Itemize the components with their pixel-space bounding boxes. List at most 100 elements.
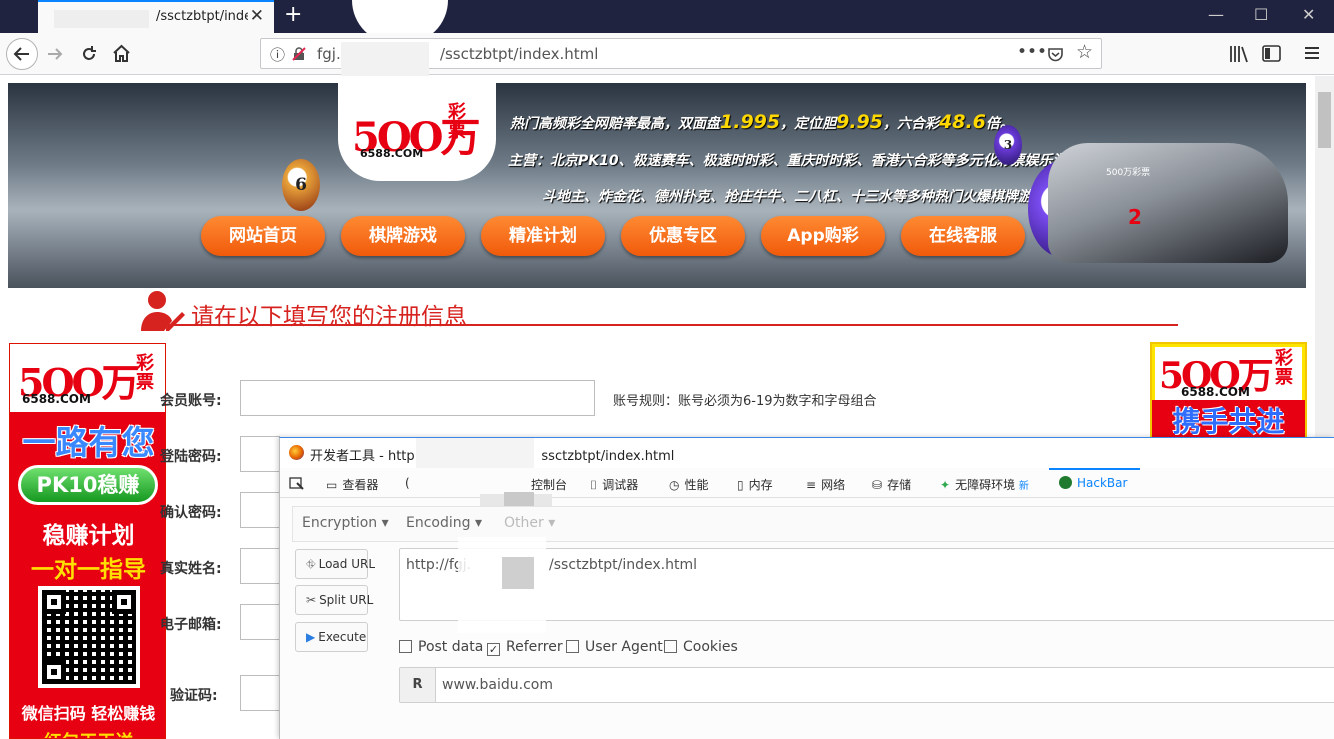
- account-hint: 账号规则：账号必须为6-19为数字和字母组合: [613, 394, 877, 409]
- ad-plan-text: 稳赚计划: [42, 523, 135, 549]
- element-picker-icon[interactable]: [289, 477, 304, 491]
- new-badge: 新: [1018, 481, 1029, 492]
- execute-icon: ▶: [306, 630, 316, 644]
- load-url-icon: ⛗: [306, 557, 316, 571]
- accessibility-icon: ✦: [940, 478, 951, 492]
- tab-cut-off: (: [405, 476, 410, 490]
- nav-precise-plan[interactable]: 精准计划: [481, 216, 605, 256]
- confirm-password-input[interactable]: [240, 492, 280, 528]
- new-tab-button[interactable]: +: [284, 2, 302, 27]
- account-input[interactable]: [240, 380, 595, 416]
- email-input[interactable]: [240, 604, 280, 640]
- tab-redacted-area: [54, 10, 149, 28]
- menu-icon[interactable]: [1304, 46, 1320, 60]
- hackbar-icon: [1059, 476, 1072, 489]
- performance-icon: ◷: [669, 478, 680, 492]
- address-bar[interactable]: ⓘ fgj.a/ssctzbtpt/index.html ••• ☆: [260, 38, 1102, 76]
- referrer-checkbox[interactable]: ✓ Referrer: [487, 639, 563, 656]
- devtools-panel: 开发者工具 - http:/ssctzbtpt/index.html ▭ 查看器 …: [279, 437, 1334, 739]
- pocket-icon[interactable]: [1047, 46, 1064, 63]
- qr-code-image: [38, 586, 140, 688]
- back-arrow-icon: [13, 47, 29, 61]
- network-icon: ≡: [806, 478, 817, 492]
- ad-slogan: 携手共进: [1152, 400, 1305, 437]
- ad-logo: 5OO万 6588.COM 彩票: [1155, 347, 1302, 401]
- nav-promotions[interactable]: 优惠专区: [621, 216, 745, 256]
- url-redacted-area: [341, 42, 429, 76]
- referrer-value: www.baidu.com: [442, 677, 553, 693]
- encoding-dropdown[interactable]: Encoding ▾: [406, 515, 482, 531]
- debugger-icon: ⌷: [590, 478, 598, 492]
- tab-network[interactable]: ≡ 网络: [806, 476, 845, 493]
- password-label: 登陆密码:: [160, 449, 222, 465]
- forward-arrow-icon[interactable]: [46, 45, 64, 63]
- tab-title: /ssctzbtpt/index: [156, 9, 248, 24]
- bookmark-star-icon[interactable]: ☆: [1076, 41, 1093, 63]
- tab-debugger[interactable]: ⌷ 调试器: [590, 476, 638, 493]
- tab-memory[interactable]: ▯ 内存: [737, 476, 773, 493]
- other-dropdown[interactable]: Other ▾: [504, 515, 555, 531]
- nav-card-games[interactable]: 棋牌游戏: [341, 216, 465, 256]
- user-agent-checkbox[interactable]: User Agent: [566, 639, 663, 655]
- logo-caipiao: 彩票: [448, 102, 466, 142]
- ad-pk10-badge: PK10稳赚: [18, 465, 158, 505]
- nav-toolbar: ⓘ fgj.a/ssctzbtpt/index.html ••• ☆: [0, 33, 1334, 76]
- tab-storage[interactable]: ⛁ 存储: [872, 476, 911, 493]
- left-ad-banner[interactable]: 5OO万 6588.COM 彩票 一路有您 PK10稳赚 稳赚计划 一对一指导 …: [9, 343, 166, 739]
- back-button[interactable]: [6, 38, 38, 70]
- close-window-button[interactable]: ✕: [1302, 5, 1315, 24]
- logo-domain: 6588.COM: [360, 147, 424, 160]
- cookies-checkbox[interactable]: Cookies: [664, 639, 738, 655]
- page-actions-icon[interactable]: •••: [1017, 42, 1047, 62]
- nav-home[interactable]: 网站首页: [201, 216, 325, 256]
- captcha-input[interactable]: [240, 675, 280, 711]
- tab-hackbar[interactable]: HackBar: [1059, 476, 1127, 490]
- maximize-button[interactable]: ☐: [1254, 5, 1268, 24]
- tab-inspector[interactable]: ▭ 查看器: [326, 476, 378, 493]
- tab-console[interactable]: 控制台: [531, 476, 567, 493]
- execute-button[interactable]: ▶ Execute: [295, 622, 368, 652]
- tab-performance[interactable]: ◷ 性能: [669, 476, 709, 493]
- checkbox-box: [664, 640, 677, 653]
- email-label: 电子邮箱:: [160, 617, 222, 633]
- info-icon[interactable]: ⓘ: [270, 44, 285, 65]
- encryption-dropdown[interactable]: Encryption ▾: [302, 515, 389, 531]
- home-icon[interactable]: [112, 44, 131, 63]
- account-label: 会员账号:: [160, 393, 222, 409]
- banner-odds-line: 热门高频彩全网赔率最高，双面盘1.995，定位胆9.95，六合彩48.6倍。: [510, 111, 1014, 133]
- referrer-field[interactable]: R www.baidu.com: [399, 667, 1334, 703]
- minimize-button[interactable]: —: [1208, 5, 1224, 24]
- lottery-ball-icon: 3: [994, 125, 1022, 165]
- tab-accessibility[interactable]: ✦ 无障碍环境 新: [940, 476, 1029, 493]
- hackbar-menubar: Encryption ▾ Encoding ▾ Other ▾: [292, 506, 1334, 542]
- right-ad-banner[interactable]: 5OO万 6588.COM 彩票 携手共进: [1150, 342, 1307, 439]
- ad-bottom-text: 红包天天送: [10, 728, 165, 738]
- site-logo[interactable]: 5OO万 6588.COM 彩票: [338, 83, 496, 181]
- hackbar-url-textarea[interactable]: http://fgj./ssctzbtpt/index.html: [399, 537, 1334, 633]
- inspector-icon: ▭: [326, 478, 338, 492]
- real-name-label: 真实姓名:: [160, 561, 222, 577]
- insecure-lock-icon[interactable]: [291, 46, 307, 62]
- tab-bar: /ssctzbtpt/index ✕ + — ☐ ✕: [0, 0, 1334, 44]
- real-name-input[interactable]: [240, 548, 280, 584]
- firefox-logo-icon: [289, 445, 304, 460]
- race-car-image: 500万彩票 2: [1048, 143, 1288, 263]
- split-url-button[interactable]: ✂ Split URL: [295, 585, 373, 615]
- reload-icon[interactable]: [80, 45, 98, 63]
- storage-icon: ⛁: [872, 478, 883, 492]
- load-url-button[interactable]: ⛗ Load URL: [295, 549, 375, 579]
- scrollbar-thumb[interactable]: [1318, 92, 1331, 148]
- nav-app-lottery[interactable]: App购彩: [761, 216, 885, 256]
- post-data-checkbox[interactable]: Post data: [399, 639, 483, 655]
- password-input[interactable]: [240, 436, 280, 472]
- active-tab[interactable]: /ssctzbtpt/index ✕: [38, 0, 274, 33]
- url-redacted-area: [502, 557, 534, 589]
- captcha-label: 验证码:: [170, 688, 218, 704]
- devtools-tabbar: ▭ 查看器 ( 控制台 ⌷ 调试器 ◷ 性能 ▯ 内存 ≡ 网络 ⛁ 存储 ✦ 无障碍环境 新…: [280, 468, 1334, 522]
- ad-logo: 5OO万 6588.COM 彩票: [10, 344, 165, 412]
- split-url-icon: ✂: [306, 593, 317, 607]
- library-icon[interactable]: [1229, 45, 1249, 63]
- sidebar-icon[interactable]: [1262, 45, 1281, 62]
- nav-online-service[interactable]: 在线客服: [901, 216, 1025, 256]
- tab-close-icon[interactable]: ✕: [250, 6, 264, 26]
